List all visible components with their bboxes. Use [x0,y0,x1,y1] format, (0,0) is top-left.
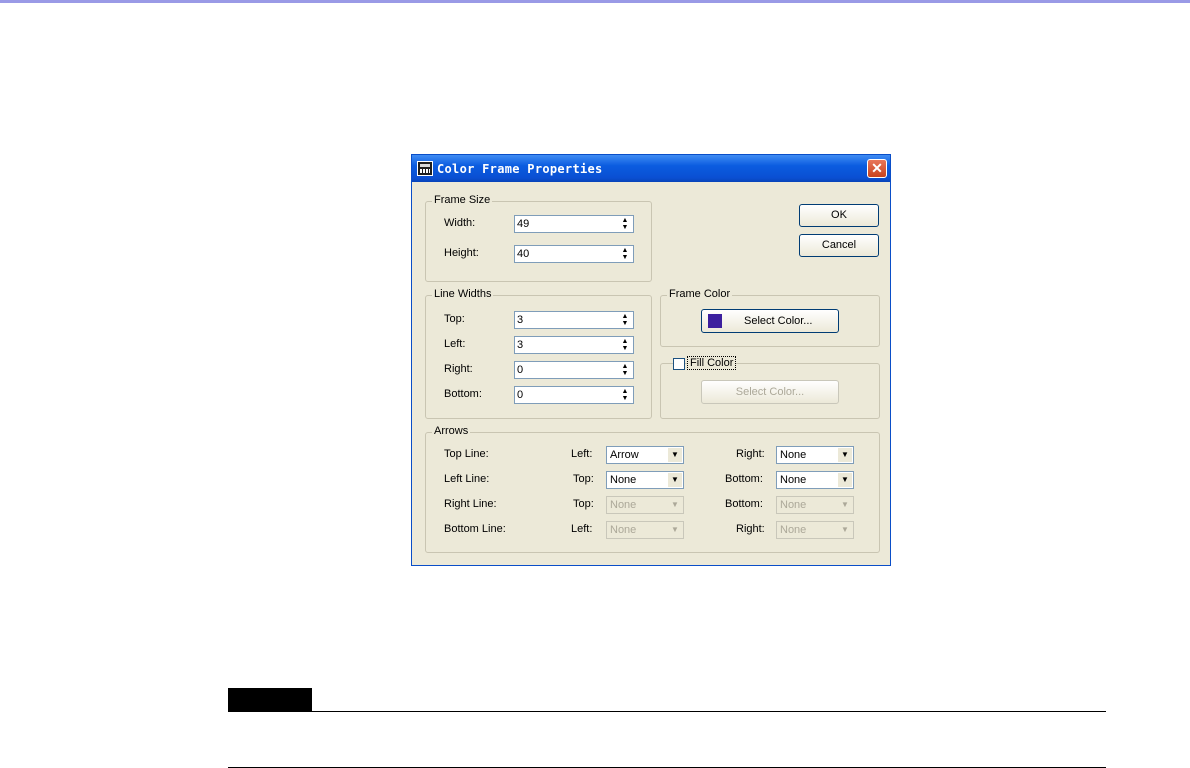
dropdown-value: None [780,474,807,486]
chevron-down-icon[interactable]: ▼ [668,498,682,512]
chevron-down-icon[interactable]: ▼ [838,523,852,537]
arrow-side-a-label: Top: [573,498,594,510]
bottom-width-value: 0 [517,389,524,401]
bottom-line-left-arrow-select[interactable]: None ▼ [606,521,684,539]
arrow-side-b-label: Bottom: [725,473,763,485]
app-icon [417,161,433,176]
right-line-top-arrow-select[interactable]: None ▼ [606,496,684,514]
arrow-row-label: Top Line: [444,448,489,460]
chevron-down-icon[interactable]: ▼ [668,523,682,537]
arrow-side-a-label: Left: [571,448,593,460]
frame-size-group: Frame Size Width: 49 ▲ ▼ Height: 40 ▲ ▼ [425,194,652,282]
height-value: 40 [517,248,530,260]
arrow-row-label: Bottom Line: [444,523,506,535]
spin-up-icon[interactable]: ▲ [618,217,632,224]
left-width-value: 3 [517,339,524,351]
arrow-side-b-label: Right: [736,448,765,460]
right-width-spin-arrows[interactable]: ▲ ▼ [618,363,632,377]
right-width-value: 0 [517,364,524,376]
right-width-label: Right: [444,363,473,375]
fill-color-group: Fill Color Select Color... [660,356,880,419]
note-tab [228,688,312,711]
fill-select-color-button[interactable]: Select Color... [701,380,839,404]
width-spinner[interactable]: 49 ▲ ▼ [514,215,634,233]
dropdown-value: None [610,499,637,511]
height-spinner[interactable]: 40 ▲ ▼ [514,245,634,263]
arrow-side-a-label: Top: [573,473,594,485]
spin-down-icon[interactable]: ▼ [618,395,632,402]
width-value: 49 [517,218,530,230]
frame-size-label: Frame Size [432,194,493,206]
arrow-side-a-label: Left: [571,523,593,535]
dropdown-value: None [610,474,637,486]
arrow-side-b-label: Bottom: [725,498,763,510]
spin-up-icon[interactable]: ▲ [618,388,632,395]
arrow-row-label: Right Line: [444,498,497,510]
left-width-label: Left: [444,338,466,350]
top-width-label: Top: [444,313,465,325]
bottom-line-right-arrow-select[interactable]: None ▼ [776,521,854,539]
right-line-bottom-arrow-select[interactable]: None ▼ [776,496,854,514]
close-button[interactable]: ✕ [867,159,887,178]
chevron-down-icon[interactable]: ▼ [838,473,852,487]
arrow-row-label: Left Line: [444,473,490,485]
spin-up-icon[interactable]: ▲ [618,338,632,345]
dialog-title: Color Frame Properties [437,162,603,176]
spin-down-icon[interactable]: ▼ [618,370,632,377]
dropdown-value: None [780,499,807,511]
top-border-bar [0,0,1190,3]
arrow-side-b-label: Right: [736,523,765,535]
dropdown-value: Arrow [610,449,639,461]
frame-color-label: Frame Color [667,288,733,300]
chevron-down-icon[interactable]: ▼ [838,498,852,512]
spin-up-icon[interactable]: ▲ [618,363,632,370]
top-width-spin-arrows[interactable]: ▲ ▼ [618,313,632,327]
ok-button[interactable]: OK [799,204,879,227]
dropdown-value: None [780,524,807,536]
dropdown-value: None [780,449,807,461]
spin-down-icon[interactable]: ▼ [618,254,632,261]
frame-color-swatch [708,314,722,328]
width-spin-arrows[interactable]: ▲ ▼ [618,217,632,231]
line-widths-group: Line Widths Top: 3 ▲ ▼ Left: 3 ▲ ▼ Right: … [425,288,652,419]
top-width-spinner[interactable]: 3 ▲ ▼ [514,311,634,329]
width-label: Width: [444,217,476,229]
bottom-width-label: Bottom: [444,388,482,400]
spin-up-icon[interactable]: ▲ [618,247,632,254]
frame-select-color-button[interactable]: Select Color... [701,309,839,333]
top-width-value: 3 [517,314,524,326]
spin-down-icon[interactable]: ▼ [618,320,632,327]
spin-down-icon[interactable]: ▼ [618,345,632,352]
fill-color-checkbox[interactable] [673,358,685,370]
dialog-title-bar[interactable]: Color Frame Properties ✕ [412,155,890,182]
line-widths-label: Line Widths [432,288,494,300]
color-frame-properties-dialog: Color Frame Properties ✕ Frame Size Widt… [411,154,891,566]
bottom-width-spin-arrows[interactable]: ▲ ▼ [618,388,632,402]
top-line-left-arrow-select[interactable]: Arrow ▼ [606,446,684,464]
chevron-down-icon[interactable]: ▼ [838,448,852,462]
top-line-right-arrow-select[interactable]: None ▼ [776,446,854,464]
chevron-down-icon[interactable]: ▼ [668,473,682,487]
left-width-spin-arrows[interactable]: ▲ ▼ [618,338,632,352]
chevron-down-icon[interactable]: ▼ [668,448,682,462]
left-line-top-arrow-select[interactable]: None ▼ [606,471,684,489]
close-icon: ✕ [871,160,883,176]
bottom-width-spinner[interactable]: 0 ▲ ▼ [514,386,634,404]
note-top-rule [228,711,1106,712]
height-spin-arrows[interactable]: ▲ ▼ [618,247,632,261]
right-width-spinner[interactable]: 0 ▲ ▼ [514,361,634,379]
fill-color-label[interactable]: Fill Color [687,356,737,370]
arrows-label: Arrows [432,425,471,437]
height-label: Height: [444,247,479,259]
cancel-button[interactable]: Cancel [799,234,879,257]
frame-select-color-label: Select Color... [744,315,813,327]
frame-color-group: Frame Color Select Color... [660,288,880,347]
left-width-spinner[interactable]: 3 ▲ ▼ [514,336,634,354]
spin-down-icon[interactable]: ▼ [618,224,632,231]
arrows-group: Arrows Top Line: Left: Arrow ▼ Right: No… [425,425,880,553]
dropdown-value: None [610,524,637,536]
left-line-bottom-arrow-select[interactable]: None ▼ [776,471,854,489]
spin-up-icon[interactable]: ▲ [618,313,632,320]
